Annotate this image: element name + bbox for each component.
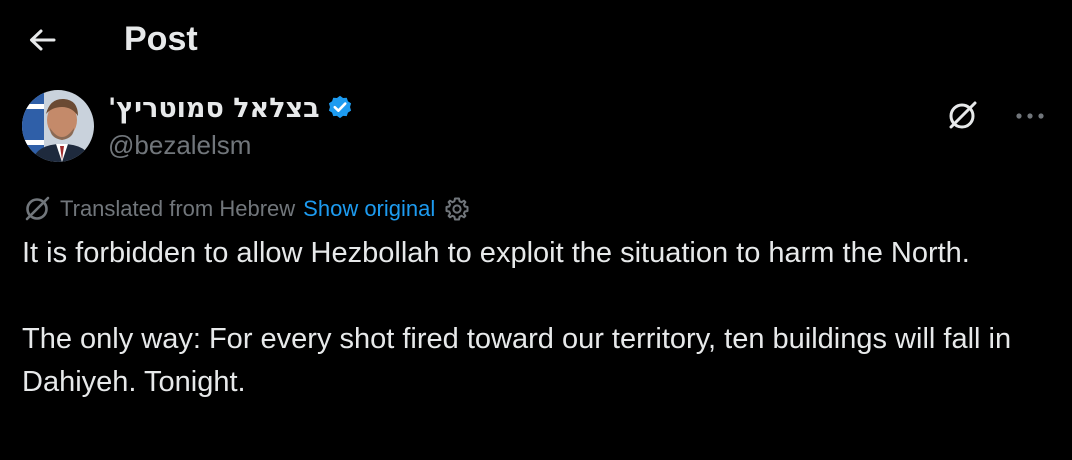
more-options-button[interactable] (1008, 96, 1052, 136)
post-paragraph: It is forbidden to allow Hezbollah to ex… (22, 237, 970, 269)
verified-badge-icon (328, 95, 351, 119)
translation-settings-button[interactable] (443, 195, 471, 223)
grok-slash-icon (949, 101, 977, 129)
author-handle[interactable]: @bezalelsm (108, 130, 251, 161)
translated-label: Translated from Hebrew (60, 196, 296, 221)
avatar[interactable] (22, 90, 94, 162)
grok-button[interactable] (942, 96, 982, 136)
avatar-image (22, 90, 94, 162)
arrow-left-icon (30, 29, 56, 51)
post-paragraph: The only way: For every shot fired towar… (22, 323, 1020, 398)
translate-slash-icon (25, 196, 50, 221)
author-display-name: בצלאל סמוטריץ' (108, 92, 320, 124)
post-text: It is forbidden to allow Hezbollah to ex… (22, 232, 1032, 404)
show-original-link[interactable]: Show original (303, 196, 435, 222)
author-name-link[interactable]: בצלאל סמוטריץ' (108, 90, 354, 126)
translation-bar: Translated from Hebrew Show original (22, 192, 471, 226)
post-author: בצלאל סמוטריץ' @bezalelsm (22, 90, 1052, 165)
gear-icon (445, 197, 469, 221)
page-title: Post (124, 20, 198, 58)
back-button[interactable] (22, 20, 62, 60)
post-header: Post (0, 0, 1072, 80)
more-dots-icon (1016, 113, 1044, 119)
